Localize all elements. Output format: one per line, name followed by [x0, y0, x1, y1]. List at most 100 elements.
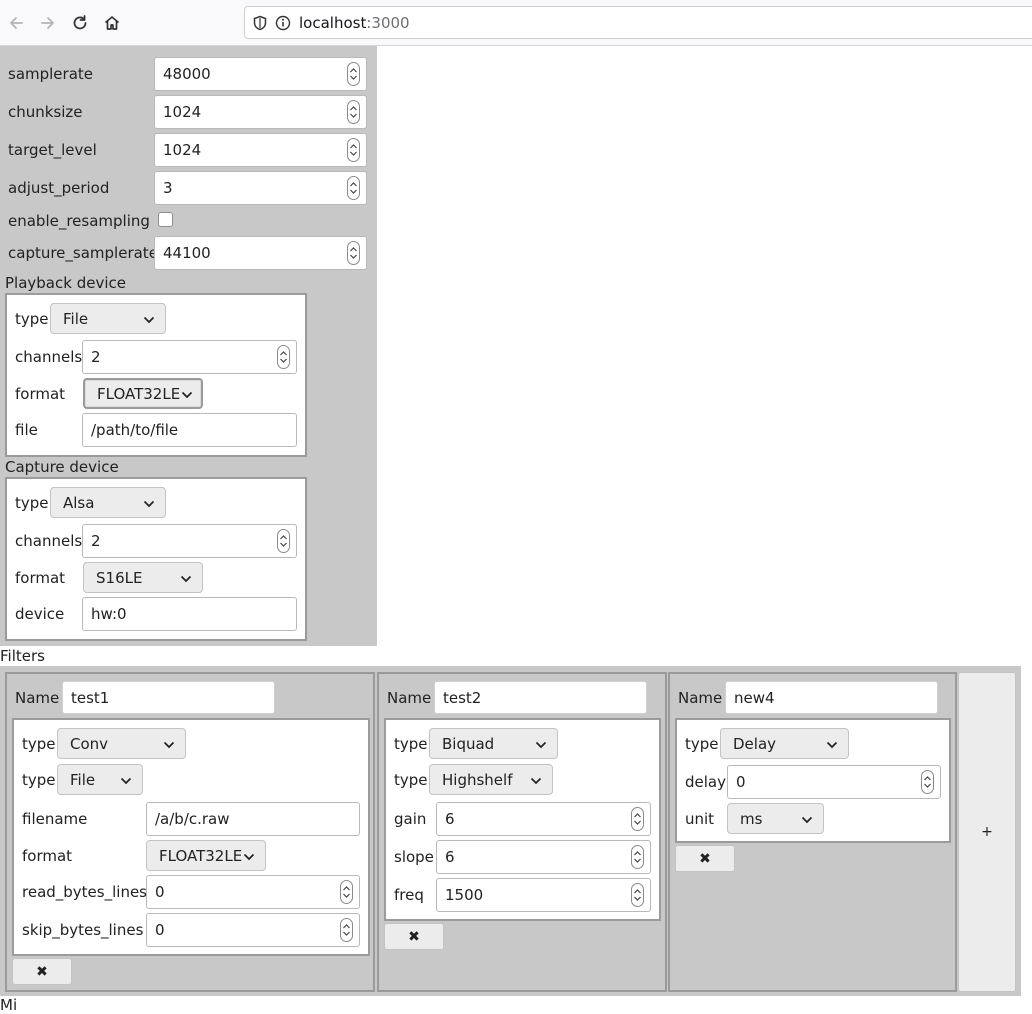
filter-name-value: test1 — [71, 688, 110, 707]
capture-device-input[interactable]: hw:0 — [82, 597, 297, 631]
capture-channels-value: 2 — [91, 532, 101, 550]
filename-value: /a/b/c.raw — [155, 810, 230, 828]
playback-file-label: file — [15, 421, 38, 439]
spinner-icon[interactable] — [347, 176, 360, 200]
capture-device-title: Capture device — [5, 458, 119, 476]
delete-filter-button-new4[interactable]: ✖ — [675, 845, 735, 872]
filter-subtype-label: type — [22, 771, 56, 789]
capture-device-value: hw:0 — [91, 605, 127, 623]
playback-format-label: format — [15, 385, 66, 403]
chunksize-value: 1024 — [163, 103, 202, 121]
playback-type-select[interactable]: File — [50, 303, 166, 334]
freq-label: freq — [394, 886, 424, 904]
playback-channels-value: 2 — [91, 348, 101, 366]
filter-name-input-test1[interactable]: test1 — [62, 681, 275, 714]
spinner-icon[interactable] — [277, 345, 290, 369]
filter-subtype-select-test2[interactable]: Highshelf — [429, 764, 553, 795]
target-level-value: 1024 — [163, 141, 202, 159]
target-level-input[interactable]: 1024 — [154, 133, 367, 167]
info-icon[interactable] — [275, 15, 291, 31]
playback-file-value: /path/to/file — [91, 421, 179, 439]
chunksize-label: chunksize — [8, 103, 83, 121]
delete-filter-button-test1[interactable]: ✖ — [12, 958, 72, 985]
adjust-period-input[interactable]: 3 — [154, 171, 367, 205]
filter-format-select[interactable]: FLOAT32LE — [146, 840, 266, 871]
playback-file-input[interactable]: /path/to/file — [82, 413, 297, 447]
filename-input[interactable]: /a/b/c.raw — [146, 802, 360, 836]
filter-type-select-test2[interactable]: Biquad — [429, 728, 558, 759]
filter-format-label: format — [22, 847, 73, 865]
filter-subtype-select-test1[interactable]: File — [57, 764, 143, 795]
url-host: localhost — [299, 13, 367, 32]
filter-name-label: Name — [387, 689, 432, 707]
forward-icon[interactable] — [34, 9, 62, 37]
delete-icon: ✖ — [408, 928, 420, 945]
capture-type-select[interactable]: Alsa — [50, 487, 166, 518]
spinner-icon[interactable] — [277, 529, 290, 553]
chunksize-input[interactable]: 1024 — [154, 95, 367, 129]
skip-bytes-lines-input[interactable]: 0 — [146, 913, 360, 947]
delete-filter-button-test2[interactable]: ✖ — [384, 923, 444, 950]
shield-icon[interactable] — [253, 15, 267, 31]
capture-channels-label: channels — [15, 532, 83, 550]
reload-icon[interactable] — [66, 9, 94, 37]
unit-label: unit — [685, 810, 715, 828]
back-icon[interactable] — [2, 9, 30, 37]
playback-format-value: FLOAT32LE — [97, 384, 181, 403]
spinner-icon[interactable] — [631, 883, 644, 907]
chevron-down-icon — [163, 735, 175, 753]
capture-type-value: Alsa — [63, 493, 95, 512]
filter-subtype-label: type — [394, 771, 428, 789]
playback-channels-input[interactable]: 2 — [82, 340, 297, 374]
gain-input[interactable]: 6 — [436, 802, 651, 836]
spinner-icon[interactable] — [921, 770, 934, 794]
spinner-icon[interactable] — [347, 138, 360, 162]
enable-resampling-checkbox[interactable] — [158, 212, 173, 227]
freq-input[interactable]: 1500 — [436, 878, 651, 912]
spinner-icon[interactable] — [347, 100, 360, 124]
filter-type-value: Conv — [70, 734, 109, 753]
samplerate-input[interactable]: 48000 — [154, 57, 367, 91]
filter-name-input-new4[interactable]: new4 — [725, 681, 938, 714]
capture-format-select[interactable]: S16LE — [83, 562, 203, 593]
adjust-period-label: adjust_period — [8, 179, 110, 197]
filename-label: filename — [22, 810, 88, 828]
filter-name-input-test2[interactable]: test2 — [434, 681, 647, 714]
spinner-icon[interactable] — [340, 918, 353, 942]
delete-icon: ✖ — [699, 850, 711, 867]
gain-value: 6 — [445, 810, 455, 828]
read-bytes-lines-input[interactable]: 0 — [146, 875, 360, 909]
skip-bytes-lines-value: 0 — [155, 921, 165, 939]
spinner-icon[interactable] — [340, 880, 353, 904]
chevron-down-icon — [535, 735, 547, 753]
unit-select[interactable]: ms — [727, 803, 824, 834]
filter-format-value: FLOAT32LE — [159, 846, 243, 865]
chevron-down-icon — [143, 494, 155, 512]
filter-type-value: Delay — [733, 734, 777, 753]
enable-resampling-label: enable_resampling — [8, 212, 150, 230]
spinner-icon[interactable] — [631, 807, 644, 831]
chevron-down-icon — [143, 310, 155, 328]
address-bar[interactable]: localhost:3000 — [244, 6, 1032, 39]
next-section-title: Mi — [0, 996, 18, 1014]
capture-samplerate-input[interactable]: 44100 — [154, 236, 367, 270]
slope-input[interactable]: 6 — [436, 840, 651, 874]
chevron-down-icon — [181, 385, 193, 403]
playback-format-select[interactable]: FLOAT32LE — [83, 378, 203, 409]
spinner-icon[interactable] — [347, 241, 360, 265]
capture-channels-input[interactable]: 2 — [82, 524, 297, 558]
filter-type-select-new4[interactable]: Delay — [720, 728, 849, 759]
plus-icon: + — [981, 824, 993, 840]
filter-type-select-test1[interactable]: Conv — [57, 728, 186, 759]
delay-value: 0 — [736, 773, 746, 791]
adjust-period-value: 3 — [163, 179, 173, 197]
filters-title: Filters — [0, 647, 45, 665]
home-icon[interactable] — [98, 9, 126, 37]
spinner-icon[interactable] — [631, 845, 644, 869]
add-filter-button[interactable]: + — [958, 672, 1016, 992]
capture-format-label: format — [15, 569, 66, 587]
delay-input[interactable]: 0 — [727, 765, 941, 799]
capture-device-label: device — [15, 605, 65, 623]
spinner-icon[interactable] — [347, 62, 360, 86]
samplerate-value: 48000 — [163, 65, 211, 83]
